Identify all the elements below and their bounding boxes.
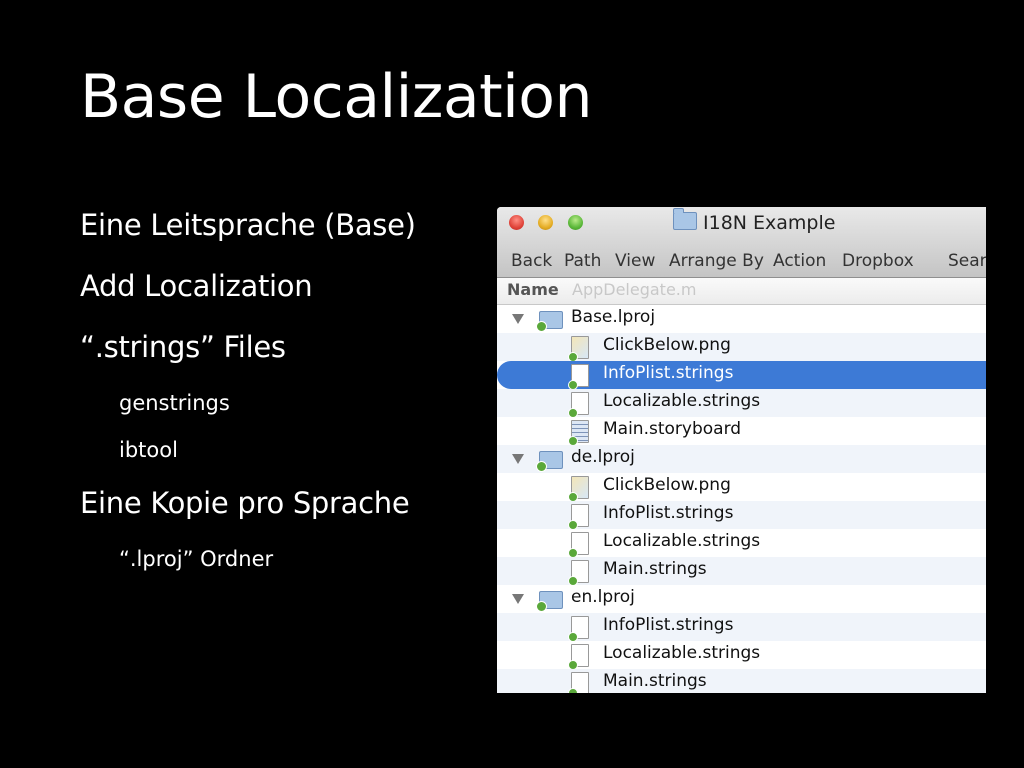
list-item[interactable]: InfoPlist.strings [497,613,986,642]
zoom-window-button[interactable] [568,215,583,230]
document-icon [568,560,589,586]
finder-toolbar: Back Path View Arrange By Action Dropbox… [497,243,986,278]
list-item-label: InfoPlist.strings [603,363,734,383]
path-button[interactable]: Path [564,251,601,271]
search-field[interactable]: Searc [948,251,986,271]
list-item[interactable]: de.lproj [497,445,986,473]
folder-icon [536,451,563,472]
list-item[interactable]: Base.lproj [497,305,986,333]
column-header[interactable]: Name AppDelegate.m [497,278,986,305]
list-item[interactable]: Main.strings [497,669,986,693]
list-item-label: en.lproj [571,587,635,607]
list-item-label: ClickBelow.png [603,475,731,495]
disclosure-triangle-icon[interactable] [512,454,524,464]
back-button[interactable]: Back [511,251,552,271]
close-window-button[interactable] [509,215,524,230]
dropbox-button[interactable]: Dropbox [842,251,914,271]
list-item-label: Localizable.strings [603,643,761,663]
list-item-label: Localizable.strings [603,531,761,551]
document-icon [568,364,589,390]
minimize-window-button[interactable] [538,215,553,230]
document-icon [568,392,589,418]
folder-icon [536,311,563,332]
document-icon [568,672,589,693]
list-item[interactable]: ClickBelow.png [497,473,986,502]
action-button[interactable]: Action [773,251,826,271]
list-item-label: ClickBelow.png [603,335,731,355]
storyboard-icon [568,420,589,446]
folder-icon [536,591,563,612]
list-item-label: Localizable.strings [603,391,761,411]
folder-icon [673,208,697,230]
list-item-label: Main.strings [603,559,707,579]
view-button[interactable]: View [615,251,655,271]
list-item[interactable]: Localizable.strings [497,529,986,558]
slide-title: Base Localization [80,62,593,132]
sub-bullet-item: genstrings [119,391,230,415]
sub-bullet-item: ibtool [119,438,178,462]
arrange-by-button[interactable]: Arrange By [669,251,764,271]
list-item[interactable]: Main.storyboard [497,417,986,446]
document-icon [568,616,589,642]
list-item[interactable]: ClickBelow.png [497,333,986,362]
bullet-item: Eine Leitsprache (Base) [80,208,416,242]
list-item[interactable]: Localizable.strings [497,389,986,418]
column-header-faded-text: AppDelegate.m [572,280,697,299]
image-file-icon [568,476,589,502]
image-file-icon [568,336,589,362]
window-title-text: I18N Example [703,212,836,234]
window-title: I18N Example [673,208,836,234]
list-item-selected[interactable]: InfoPlist.strings [497,361,986,390]
document-icon [568,532,589,558]
bullet-item: Add Localization [80,269,313,303]
bullet-item: “.strings” Files [80,330,286,364]
name-column-header[interactable]: Name [507,280,559,299]
document-icon [568,644,589,670]
list-item[interactable]: Localizable.strings [497,641,986,670]
list-item-label: InfoPlist.strings [603,615,734,635]
list-item-label: Base.lproj [571,307,656,327]
bullet-item: Eine Kopie pro Sprache [80,486,410,520]
list-item[interactable]: InfoPlist.strings [497,501,986,530]
finder-window: I18N Example Back Path View Arrange By A… [497,207,986,693]
disclosure-triangle-icon[interactable] [512,314,524,324]
list-item-label: Main.storyboard [603,419,742,439]
document-icon [568,504,589,530]
list-item[interactable]: Main.strings [497,557,986,586]
list-item-label: InfoPlist.strings [603,503,734,523]
sub-bullet-item: “.lproj” Ordner [119,547,274,571]
list-item[interactable]: en.lproj [497,585,986,613]
disclosure-triangle-icon[interactable] [512,594,524,604]
list-item-label: Main.strings [603,671,707,691]
list-item-label: de.lproj [571,447,635,467]
window-titlebar: I18N Example [497,207,986,243]
